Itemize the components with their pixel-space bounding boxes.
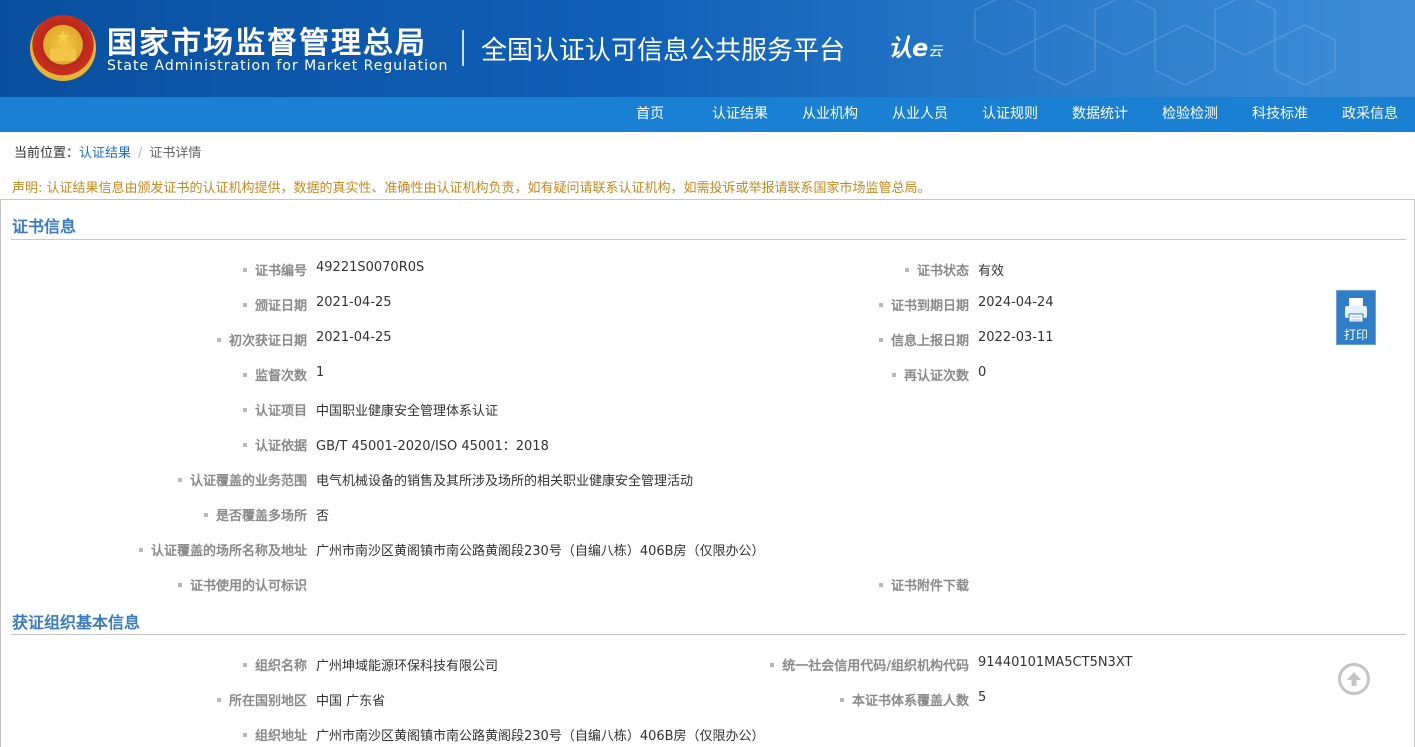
- label-supervise-count: 监督次数: [7, 365, 307, 384]
- value-org-name: 广州坤域能源环保科技有限公司: [316, 659, 499, 674]
- label-cert-basis: 认证依据: [7, 435, 307, 454]
- certificate-detail-panel: 证书信息 证书编号 49221S0070R0S 证书状态 有效 颁证日期 202…: [0, 199, 1415, 747]
- value-issue-date: 2021-04-25: [316, 295, 392, 310]
- value-credit-code: 91440101MA5CT5N3XT: [978, 655, 1133, 670]
- label-attachment-download: 证书附件下载: [669, 575, 969, 594]
- renzheng-cloud-logo: 认e云: [888, 28, 942, 63]
- back-to-top-button[interactable]: [1338, 663, 1370, 695]
- printer-icon: [1345, 298, 1367, 323]
- agency-name-en: State Administration for Market Regulati…: [107, 58, 449, 74]
- agency-name-cn: 国家市场监督管理总局: [107, 26, 427, 61]
- value-cert-no: 49221S0070R0S: [316, 260, 425, 275]
- hexagon-pattern-decoration: [974, 0, 1336, 86]
- value-cert-project: 中国职业健康安全管理体系认证: [316, 404, 499, 419]
- label-credit-code: 统一社会信用代码/组织机构代码: [669, 655, 969, 674]
- value-first-date: 2021-04-25: [316, 330, 392, 345]
- section-divider: [11, 239, 1406, 240]
- label-headcount: 本证书体系覆盖人数: [669, 690, 969, 709]
- nav-item-statistics[interactable]: 数据统计: [1055, 97, 1145, 132]
- label-org-address: 组织地址: [7, 725, 307, 744]
- print-button[interactable]: 打印: [1336, 290, 1376, 345]
- label-issue-date: 颁证日期: [7, 295, 307, 314]
- national-emblem-icon: ★: [30, 15, 96, 81]
- nav-item-standards[interactable]: 科技标准: [1235, 97, 1325, 132]
- platform-title: 全国认证认可信息公共服务平台: [481, 36, 846, 66]
- value-headcount: 5: [978, 690, 987, 705]
- header-divider: [462, 30, 464, 66]
- value-recert-count: 0: [978, 365, 987, 380]
- logo-sub: 云: [928, 44, 943, 60]
- nav-item-institutions[interactable]: 从业机构: [785, 97, 875, 132]
- value-region: 中国 广东省: [316, 694, 386, 709]
- nav-item-personnel[interactable]: 从业人员: [875, 97, 965, 132]
- label-cert-no: 证书编号: [7, 260, 307, 279]
- breadcrumb-current: 证书详情: [149, 146, 202, 161]
- arrow-up-circle-icon: [1347, 672, 1361, 686]
- breadcrumb-prefix: 当前位置：: [14, 146, 80, 161]
- main-nav: 首页 认证结果 从业机构 从业人员 认证规则 数据统计 检验检测 科技标准 政采…: [0, 97, 1415, 132]
- label-cert-project: 认证项目: [7, 400, 307, 419]
- label-accreditation-mark: 证书使用的认可标识: [7, 575, 307, 594]
- nav-item-rules[interactable]: 认证规则: [965, 97, 1055, 132]
- value-cert-scope: 电气机械设备的销售及其所涉及场所的相关职业健康安全管理活动: [316, 474, 694, 489]
- disclaimer-notice: 声明: 认证结果信息由颁发证书的认证机构提供，数据的真实性、准确性由认证机构负责…: [12, 181, 931, 196]
- nav-item-cert-results[interactable]: 认证结果: [695, 97, 785, 132]
- label-report-date: 信息上报日期: [669, 330, 969, 349]
- label-multi-site: 是否覆盖多场所: [7, 505, 307, 524]
- label-recert-count: 再认证次数: [669, 365, 969, 384]
- value-org-address: 广州市南沙区黄阁镇市南公路黄阁段230号（自编八栋）406B房（仅限办公）: [316, 729, 765, 744]
- section-title-cert-info: 证书信息: [12, 217, 77, 236]
- value-multi-site: 否: [316, 509, 330, 524]
- value-report-date: 2022-03-11: [978, 330, 1054, 345]
- breadcrumb-separator: /: [138, 146, 143, 161]
- value-cert-status: 有效: [978, 264, 1005, 279]
- label-first-date: 初次获证日期: [7, 330, 307, 349]
- breadcrumb: 当前位置：认证结果 / 证书详情: [14, 142, 201, 161]
- value-site-address: 广州市南沙区黄阁镇市南公路黄阁段230号（自编八栋）406B房（仅限办公）: [316, 544, 765, 559]
- label-site-address: 认证覆盖的场所名称及地址: [7, 540, 307, 559]
- label-region: 所在国别地区: [7, 690, 307, 709]
- label-cert-status: 证书状态: [669, 260, 969, 279]
- breadcrumb-link-cert-results[interactable]: 认证结果: [79, 146, 131, 161]
- label-org-name: 组织名称: [7, 655, 307, 674]
- site-header: ★ 国家市场监督管理总局 State Administration for Ma…: [0, 0, 1415, 97]
- nav-item-procurement[interactable]: 政采信息: [1325, 97, 1415, 132]
- section-title-org-info: 获证组织基本信息: [12, 613, 141, 632]
- print-label: 打印: [1343, 328, 1368, 342]
- logo-text: 认e: [888, 34, 929, 62]
- value-expire-date: 2024-04-24: [978, 295, 1054, 310]
- section-divider: [11, 634, 1406, 635]
- label-expire-date: 证书到期日期: [669, 295, 969, 314]
- label-cert-scope: 认证覆盖的业务范围: [7, 470, 307, 489]
- value-supervise-count: 1: [316, 365, 325, 380]
- value-cert-basis: GB/T 45001-2020/ISO 45001：2018: [316, 439, 549, 454]
- nav-item-home[interactable]: 首页: [605, 97, 695, 132]
- nav-item-testing[interactable]: 检验检测: [1145, 97, 1235, 132]
